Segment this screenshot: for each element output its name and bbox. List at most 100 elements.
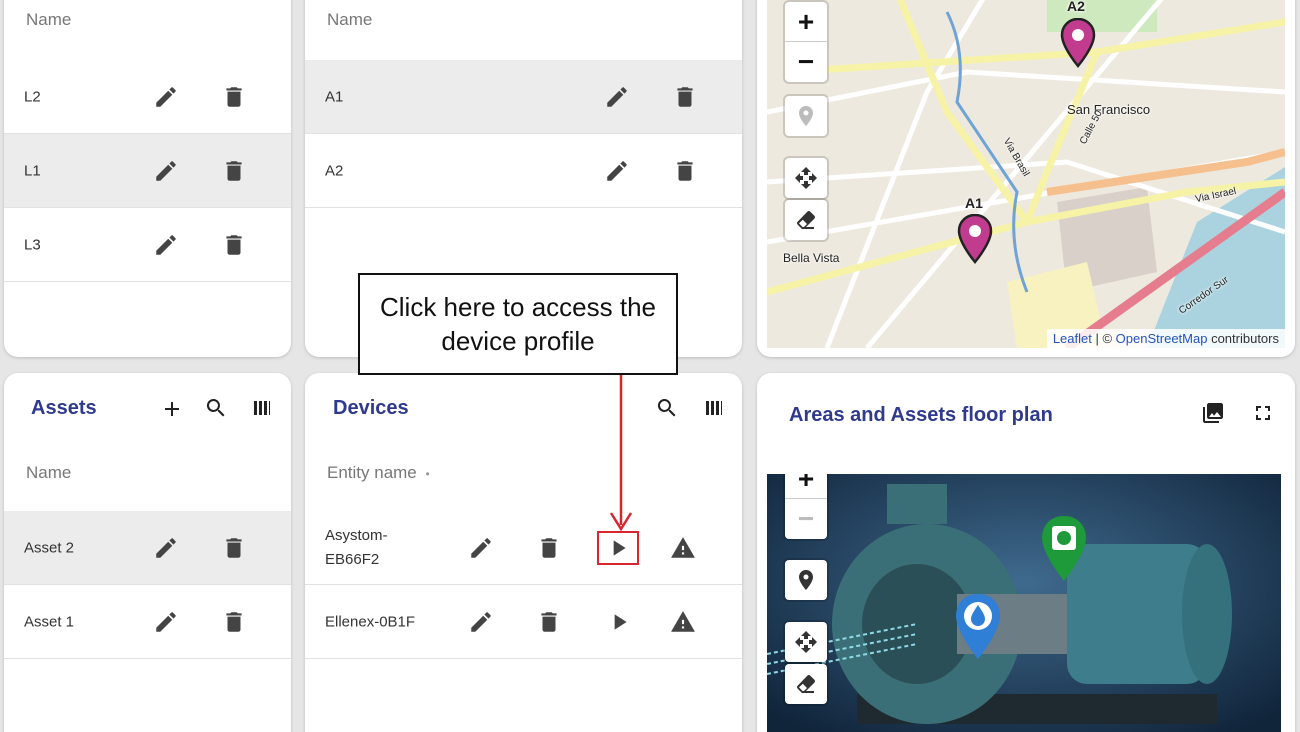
delete-icon[interactable] <box>671 157 699 185</box>
delete-icon[interactable] <box>220 231 248 259</box>
locations-card: Name L2 L1 L3 <box>4 0 291 357</box>
leaflet-link[interactable]: Leaflet <box>1053 331 1092 346</box>
location-marker-icon[interactable] <box>1060 18 1096 68</box>
table-row[interactable]: Asystom- EB66F2 <box>305 511 742 585</box>
erase-button[interactable] <box>785 664 827 704</box>
table-row[interactable]: L1 <box>4 134 291 208</box>
table-row[interactable]: A2 <box>305 134 742 208</box>
edit-icon[interactable] <box>467 608 495 636</box>
water-sensor-marker-icon[interactable] <box>953 592 1003 662</box>
marker-icon <box>799 570 813 590</box>
devices-card: Devices Entity name • Asystom- EB66F2 El… <box>305 373 742 732</box>
device-name: Asystom- EB66F2 <box>325 526 388 568</box>
table-row[interactable]: Ellenex-0B1F <box>305 585 742 659</box>
assets-name-header[interactable]: Name <box>26 463 71 483</box>
edit-icon[interactable] <box>152 157 180 185</box>
map-card: San Francisco Bella Vista Via Israel Via… <box>757 0 1295 357</box>
search-icon[interactable] <box>202 394 230 422</box>
floorplan-zoom-control: + − <box>785 474 827 539</box>
device-profile-button[interactable] <box>597 530 639 565</box>
street-map[interactable]: San Francisco Bella Vista Via Israel Via… <box>767 0 1285 348</box>
eraser-icon <box>797 211 815 229</box>
erase-button[interactable] <box>785 200 827 240</box>
locations-name-header[interactable]: Name <box>26 10 71 30</box>
add-marker-button[interactable] <box>785 96 827 136</box>
assets-card: Assets Name Asset 2 Asset 1 <box>4 373 291 732</box>
zoom-out-button[interactable]: − <box>785 42 827 82</box>
play-icon <box>614 613 627 630</box>
callout-text: Click here to access the device profile <box>379 292 656 356</box>
map-zoom-control: + − <box>785 2 827 82</box>
zoom-in-button[interactable]: + <box>785 474 827 499</box>
image-icon[interactable] <box>1199 399 1227 427</box>
map-label-san-francisco: San Francisco <box>1067 102 1151 117</box>
zoom-in-button[interactable]: + <box>785 2 827 42</box>
area-name: A1 <box>325 88 344 105</box>
floorplan-card: Areas and Assets floor plan + − <box>757 373 1295 732</box>
edit-icon[interactable] <box>152 83 180 111</box>
marker-icon <box>799 106 813 126</box>
device-profile-button[interactable] <box>605 608 633 636</box>
delete-icon[interactable] <box>535 608 563 636</box>
delete-icon[interactable] <box>220 157 248 185</box>
edit-icon[interactable] <box>152 231 180 259</box>
map-attribution: Leaflet | © OpenStreetMap contributors <box>1046 329 1285 348</box>
edit-icon[interactable] <box>467 534 495 562</box>
asset-name: Asset 2 <box>24 539 75 556</box>
device-name: Ellenex-0B1F <box>325 613 416 630</box>
eraser-icon <box>797 675 815 693</box>
areas-name-header[interactable]: Name <box>327 10 372 30</box>
delete-icon[interactable] <box>220 534 248 562</box>
flow-sensor-marker-icon[interactable] <box>1039 514 1089 584</box>
marker-label: A1 <box>965 195 983 211</box>
move-button[interactable] <box>785 622 827 662</box>
entity-name-header-label: Entity name <box>327 463 417 482</box>
callout-box: Click here to access the device profile <box>358 273 678 375</box>
openstreetmap-link[interactable]: OpenStreetMap <box>1116 331 1208 346</box>
attribution-separator: | © <box>1091 331 1116 346</box>
edit-icon[interactable] <box>603 83 631 111</box>
floor-plan-image[interactable]: + − <box>767 474 1281 732</box>
location-marker-icon[interactable] <box>957 214 993 264</box>
table-row[interactable]: L2 <box>4 60 291 134</box>
location-name: L1 <box>24 162 41 179</box>
delete-icon[interactable] <box>220 608 248 636</box>
entity-name-header[interactable]: Entity name • <box>327 463 430 483</box>
area-name: A2 <box>325 162 344 179</box>
attribution-suffix: contributors <box>1207 331 1279 346</box>
alarm-icon[interactable] <box>669 534 697 562</box>
callout-arrow <box>609 375 633 532</box>
move-icon <box>795 167 817 189</box>
pump-illustration <box>767 474 1281 732</box>
delete-icon[interactable] <box>535 534 563 562</box>
fullscreen-icon[interactable] <box>1249 399 1277 427</box>
location-name: L3 <box>24 236 41 253</box>
add-marker-button[interactable] <box>785 560 827 600</box>
alarm-icon[interactable] <box>669 608 697 636</box>
devices-title: Devices <box>333 397 409 419</box>
location-name: L2 <box>24 88 41 105</box>
floorplan-title: Areas and Assets floor plan <box>789 404 1053 426</box>
add-icon[interactable] <box>158 395 186 423</box>
zoom-out-button[interactable]: − <box>785 499 827 539</box>
table-row[interactable]: A1 <box>305 60 742 134</box>
sort-indicator: • <box>425 467 430 481</box>
edit-icon[interactable] <box>603 157 631 185</box>
delete-icon[interactable] <box>220 83 248 111</box>
edit-icon[interactable] <box>152 608 180 636</box>
delete-icon[interactable] <box>671 83 699 111</box>
move-icon <box>795 631 817 653</box>
edit-icon[interactable] <box>152 534 180 562</box>
table-row[interactable]: Asset 1 <box>4 585 291 659</box>
assets-title: Assets <box>31 397 97 419</box>
columns-icon[interactable] <box>248 394 276 422</box>
map-label-bella-vista: Bella Vista <box>783 251 840 265</box>
asset-name: Asset 1 <box>24 613 75 630</box>
table-row[interactable]: L3 <box>4 208 291 282</box>
play-icon <box>613 539 626 556</box>
table-row[interactable]: Asset 2 <box>4 511 291 585</box>
columns-icon[interactable] <box>700 394 728 422</box>
move-button[interactable] <box>785 158 827 198</box>
search-icon[interactable] <box>653 394 681 422</box>
marker-label: A2 <box>1067 0 1085 14</box>
